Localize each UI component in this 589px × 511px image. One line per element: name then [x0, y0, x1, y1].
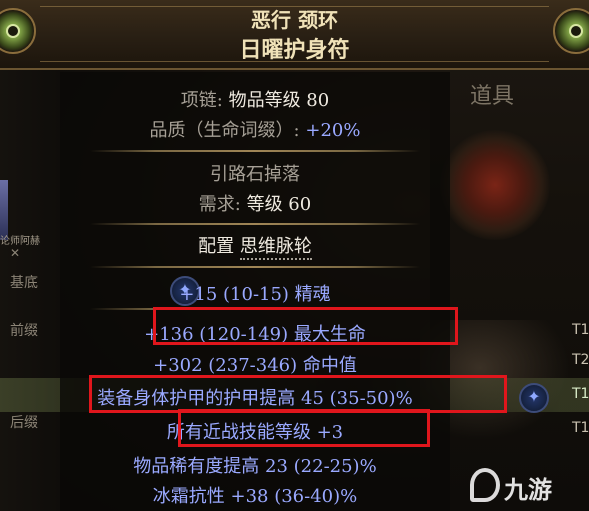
item-tooltip: 恶行 颈环 日曜护身符 项链: 物品等级 80 品质（生命词缀）: +20% 引…	[0, 0, 589, 511]
config-value[interactable]: 思维脉轮	[239, 236, 312, 260]
mod-line: 物品稀有度提高 23 (22-25)%	[133, 456, 377, 477]
tooltip-header: 恶行 颈环 日曜护身符	[0, 0, 589, 70]
item-level: 物品等级 80	[228, 90, 330, 111]
separator	[90, 223, 420, 225]
implicit-mod: +15 (10-15) 精魂	[179, 284, 331, 305]
separator	[90, 150, 420, 152]
quality-line: 品质（生命词缀）: +20%	[60, 116, 450, 142]
highlight-box	[178, 409, 430, 447]
watermark-text: 九游	[504, 476, 552, 504]
item-name: 恶行 颈环	[251, 8, 338, 32]
requirement-line: 需求: 等级 60	[60, 190, 450, 216]
socket-icon[interactable]: ✦	[519, 383, 549, 413]
requirement-label: 需求:	[198, 194, 241, 215]
quality-label: 品质（生命词缀）:	[149, 120, 300, 141]
config-line: 配置 思维脉轮	[60, 232, 450, 260]
highlight-box	[153, 307, 458, 345]
separator	[90, 266, 420, 268]
item-base-type: 日曜护身符	[239, 37, 350, 63]
item-type-label: 项链:	[180, 90, 223, 111]
item-type-line: 项链: 物品等级 80	[60, 86, 450, 112]
highlight-box	[89, 375, 507, 413]
watermark-logo-icon	[470, 468, 500, 502]
drop-source: 引路石掉落	[210, 164, 300, 185]
mod-line: 冰霜抗性 +38 (36-40)%	[152, 486, 358, 507]
config-label: 配置	[198, 236, 235, 257]
requirement-value: 等级 60	[246, 194, 312, 215]
quality-value: +20%	[305, 120, 361, 141]
mod-line: +302 (237-346) 命中值	[153, 355, 357, 376]
game-screen: 论师阿赫 ✕ 基底 前缀 后缀 道具 T1 T2 T1 T1 恶行 颈环 日曜护…	[0, 0, 589, 511]
